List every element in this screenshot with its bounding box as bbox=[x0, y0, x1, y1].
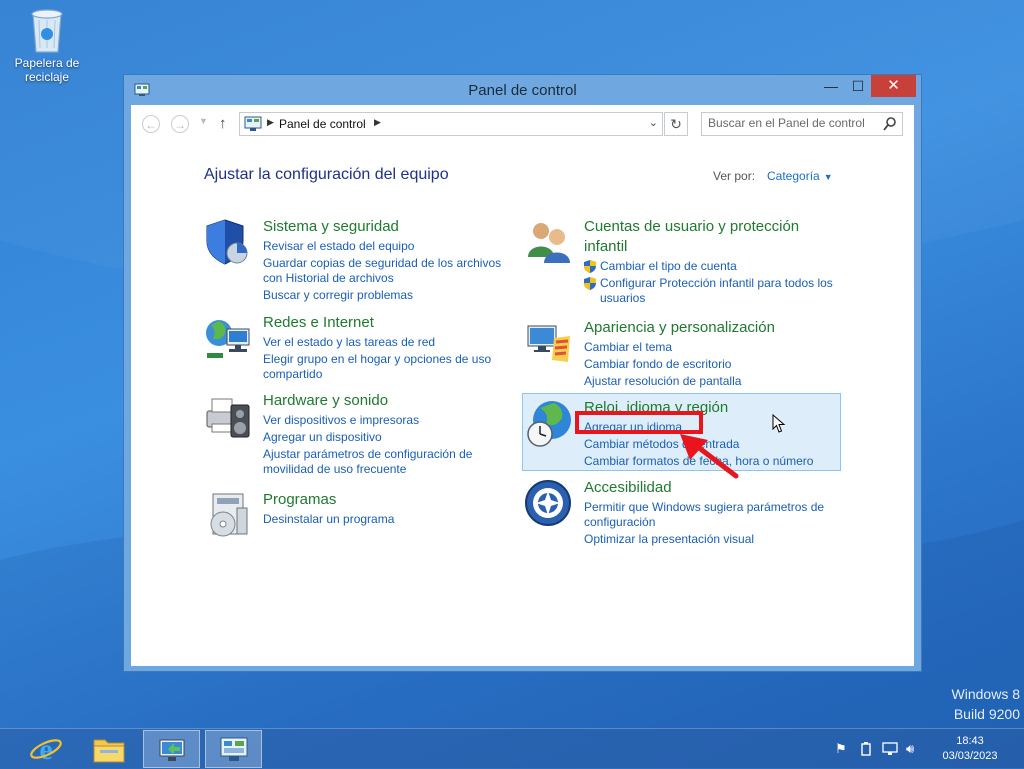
link-windows-suggest-settings[interactable]: Permitir que Windows sugiera parámetros … bbox=[584, 500, 844, 530]
file-explorer-icon bbox=[93, 739, 125, 763]
taskbar-remote-app[interactable] bbox=[143, 730, 200, 768]
volume-icon[interactable]: 🔊︎ bbox=[906, 741, 914, 757]
view-by-label: Ver por: bbox=[713, 169, 756, 183]
up-button[interactable]: ↑ bbox=[219, 115, 227, 132]
remote-app-icon bbox=[159, 739, 185, 761]
accessibility-icon[interactable] bbox=[524, 478, 574, 528]
link-homegroup[interactable]: Elegir grupo en el hogar y opciones de u… bbox=[263, 352, 503, 382]
maximize-button[interactable]: ☐ bbox=[844, 75, 872, 97]
svg-text:e: e bbox=[39, 733, 52, 766]
link-file-history[interactable]: Guardar copias de seguridad de los archi… bbox=[263, 256, 503, 286]
back-button[interactable]: ← bbox=[142, 115, 160, 133]
dropdown-arrow-icon: ▼ bbox=[823, 172, 833, 182]
clock-date: 03/03/2023 bbox=[942, 750, 998, 762]
uac-shield-icon bbox=[584, 260, 596, 273]
chevron-down-icon: ▼ bbox=[199, 116, 208, 126]
search-box[interactable] bbox=[701, 112, 903, 136]
link-change-wallpaper[interactable]: Cambiar fondo de escritorio bbox=[584, 357, 844, 372]
title-bar[interactable]: Panel de control — ☐ ✕ bbox=[124, 75, 921, 105]
link-devices-printers[interactable]: Ver dispositivos e impresoras bbox=[263, 413, 503, 428]
printer-icon[interactable] bbox=[203, 391, 253, 441]
forward-arrow-icon: → bbox=[174, 118, 186, 132]
uac-shield-icon bbox=[584, 277, 596, 290]
link-check-status[interactable]: Revisar el estado del equipo bbox=[263, 239, 503, 254]
link-change-theme[interactable]: Cambiar el tema bbox=[584, 340, 844, 355]
category-title[interactable]: Cuentas de usuario y protección infantil bbox=[584, 217, 844, 257]
back-arrow-icon: ← bbox=[145, 118, 157, 132]
control-panel-icon bbox=[220, 737, 248, 761]
view-by-value: Categoría bbox=[767, 169, 820, 183]
recycle-bin-label: Papelera de reciclaje bbox=[14, 56, 80, 84]
annotation-arrow-icon bbox=[680, 434, 739, 479]
link-text: Configurar Protección infantil para todo… bbox=[600, 276, 833, 305]
link-network-status[interactable]: Ver el estado y las tareas de red bbox=[263, 335, 503, 350]
link-screen-resolution[interactable]: Ajustar resolución de pantalla bbox=[584, 374, 844, 389]
network-icon[interactable] bbox=[203, 313, 253, 363]
system-clock[interactable]: 18:43 03/03/2023 bbox=[936, 734, 1004, 764]
mouse-cursor-icon bbox=[772, 414, 786, 433]
link-mobility-settings[interactable]: Ajustar parámetros de configuración de m… bbox=[263, 447, 503, 477]
window-content: ← → ▼ ↑ ▶ Panel de control ▶ ⌄ ↻ Ajustar… bbox=[131, 105, 914, 666]
refresh-icon: ↻ bbox=[670, 116, 682, 132]
link-add-device[interactable]: Agregar un dispositivo bbox=[263, 430, 503, 445]
category-title[interactable]: Programas bbox=[263, 490, 503, 510]
category-title[interactable]: Redes e Internet bbox=[263, 313, 503, 333]
taskbar-file-explorer[interactable] bbox=[80, 730, 137, 768]
address-dropdown-icon[interactable]: ⌄ bbox=[649, 116, 658, 129]
category-title[interactable]: Apariencia y personalización bbox=[584, 318, 844, 338]
link-optimize-display[interactable]: Optimizar la presentación visual bbox=[584, 532, 844, 547]
search-icon[interactable] bbox=[882, 116, 898, 132]
clock-globe-icon[interactable] bbox=[524, 398, 574, 448]
control-panel-breadcrumb-icon bbox=[244, 116, 262, 131]
recycle-bin[interactable]: Papelera de reciclaje bbox=[10, 6, 84, 84]
watermark-build: Build 9200 bbox=[953, 706, 1020, 722]
link-uninstall-program[interactable]: Desinstalar un programa bbox=[263, 512, 503, 527]
taskbar: e ⚑ 🔊︎ 18:43 03/03/2023 bbox=[0, 728, 1024, 769]
close-button[interactable]: ✕ bbox=[871, 75, 916, 97]
windows-build-watermark: Windows 8 Build 9200 bbox=[952, 684, 1020, 724]
link-text: Cambiar el tipo de cuenta bbox=[600, 259, 737, 273]
control-panel-window[interactable]: Panel de control — ☐ ✕ ← → ▼ ↑ ▶ Panel d… bbox=[123, 74, 922, 672]
page-heading: Ajustar la configuración del equipo bbox=[204, 166, 449, 183]
search-input[interactable] bbox=[708, 116, 873, 130]
minimize-button[interactable]: — bbox=[817, 75, 845, 97]
taskbar-control-panel[interactable] bbox=[205, 730, 262, 768]
refresh-button[interactable]: ↻ bbox=[664, 112, 688, 136]
recycle-bin-icon bbox=[31, 9, 63, 53]
link-troubleshoot[interactable]: Buscar y corregir problemas bbox=[263, 288, 503, 303]
view-by-dropdown[interactable]: Categoría ▼ bbox=[767, 169, 833, 183]
power-icon[interactable] bbox=[860, 742, 872, 756]
taskbar-internet-explorer[interactable]: e bbox=[18, 730, 75, 768]
action-center-flag-icon[interactable]: ⚑ bbox=[835, 741, 847, 757]
clock-time: 18:43 bbox=[956, 735, 984, 747]
users-icon[interactable] bbox=[524, 217, 574, 267]
shield-icon[interactable] bbox=[203, 217, 253, 267]
window-title: Panel de control bbox=[468, 82, 577, 99]
forward-button[interactable]: → bbox=[171, 115, 189, 133]
link-parental-controls[interactable]: Configurar Protección infantil para todo… bbox=[584, 276, 844, 306]
recent-locations-button[interactable]: ▼ bbox=[199, 116, 208, 126]
category-title[interactable]: Hardware y sonido bbox=[263, 391, 503, 411]
category-title[interactable]: Sistema y seguridad bbox=[263, 217, 503, 237]
address-bar[interactable]: ▶ Panel de control ▶ ⌄ bbox=[239, 112, 663, 136]
breadcrumb-separator-icon[interactable]: ▶ bbox=[267, 117, 274, 128]
programs-icon[interactable] bbox=[203, 490, 253, 540]
breadcrumb-separator-icon[interactable]: ▶ bbox=[374, 117, 381, 128]
network-tray-icon[interactable] bbox=[882, 742, 898, 756]
breadcrumb-control-panel[interactable]: Panel de control bbox=[279, 117, 366, 131]
up-arrow-icon: ↑ bbox=[219, 115, 227, 132]
watermark-edition: Windows 8 bbox=[951, 686, 1020, 702]
link-change-account-type[interactable]: Cambiar el tipo de cuenta bbox=[584, 259, 844, 274]
appearance-icon[interactable] bbox=[524, 318, 574, 368]
internet-explorer-icon: e bbox=[30, 733, 62, 766]
